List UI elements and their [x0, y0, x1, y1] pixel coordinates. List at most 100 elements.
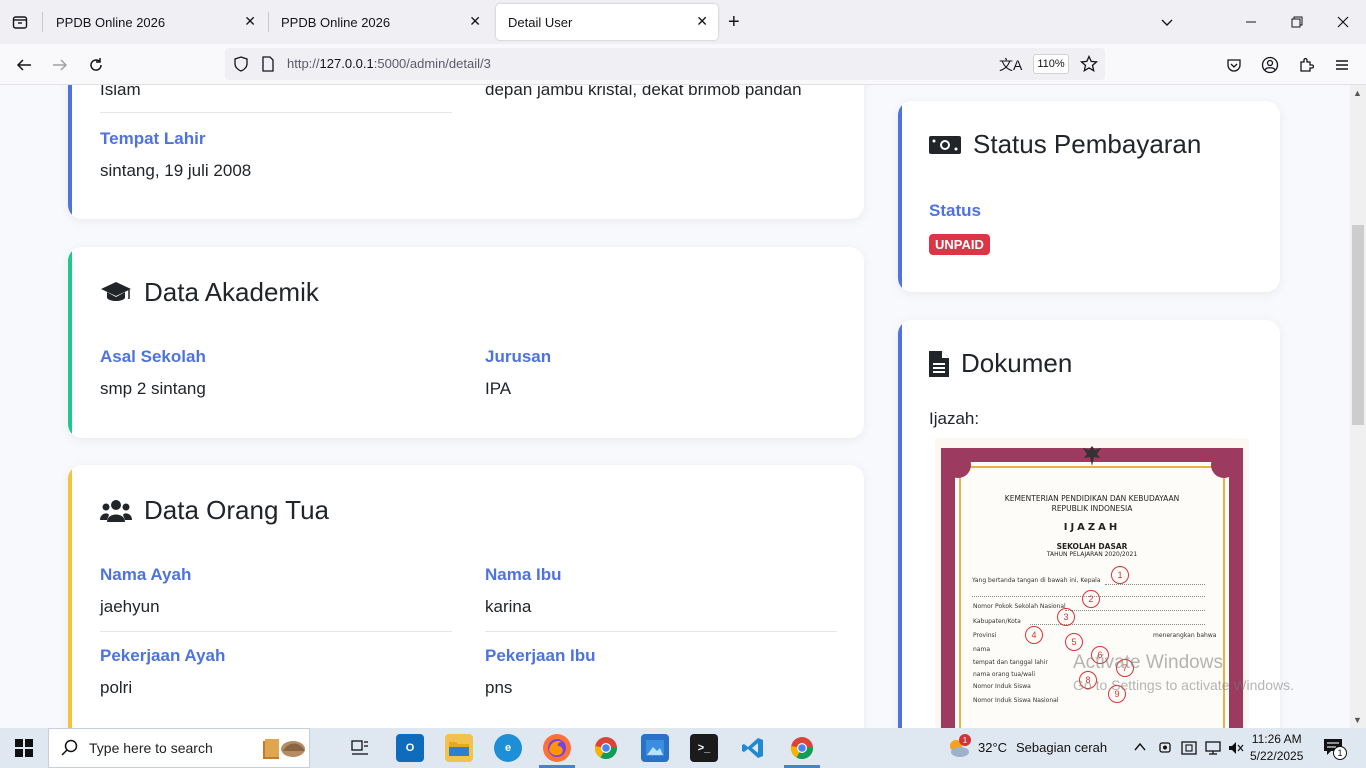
back-button[interactable]	[11, 52, 37, 78]
pekerjaan-ibu-label: Pekerjaan Ibu	[485, 646, 596, 665]
cert-dotted-line	[1065, 610, 1205, 611]
ijazah-label: Ijazah:	[929, 409, 980, 428]
dokumen-title-text: Dokumen	[961, 348, 1073, 378]
screen-capture-icon[interactable]	[1181, 740, 1197, 761]
close-icon[interactable]: ✕	[696, 13, 708, 30]
cert-number-marker: 3	[1057, 608, 1075, 626]
cert-row: Nomor Induk Siswa Nasional	[973, 697, 1059, 704]
weather-temp[interactable]: 32°C	[978, 740, 1007, 755]
extensions-icon[interactable]	[1293, 52, 1319, 78]
url-host: 127.0.0.1	[319, 56, 374, 71]
cert-row: nama orang tua/wali	[973, 671, 1036, 678]
tab-title: Detail User	[508, 14, 573, 30]
vscode-icon[interactable]	[739, 734, 767, 762]
divider	[100, 631, 452, 632]
new-tab-button[interactable]: +	[728, 10, 740, 34]
network-icon[interactable]	[1205, 740, 1221, 761]
taskbar-clock[interactable]: 11:26 AM 5/22/2025	[1250, 731, 1303, 765]
terminal-icon[interactable]: >_	[690, 734, 718, 762]
card-title-status: Status Pembayaran	[929, 129, 1201, 160]
scroll-up-arrow-icon[interactable]: ▲	[1353, 88, 1362, 98]
restore-button[interactable]	[1274, 0, 1320, 44]
close-icon[interactable]: ✕	[469, 13, 481, 30]
url-text[interactable]: http://127.0.0.1:5000/admin/detail/3	[287, 56, 491, 71]
photos-icon[interactable]	[641, 734, 669, 762]
file-icon	[929, 350, 949, 377]
translate-icon[interactable]: 文A	[999, 55, 1022, 75]
cert-school: SEKOLAH DASAR	[1056, 542, 1128, 551]
browser-nav-bar: http://127.0.0.1:5000/admin/detail/3 文A …	[0, 44, 1366, 85]
browser-tab-1[interactable]: PPDB Online 2026 ✕	[44, 4, 266, 40]
activate-windows-subtitle: Go to Settings to activate Windows.	[1073, 677, 1294, 693]
chrome-icon-2[interactable]	[788, 734, 816, 762]
windows-start-icon[interactable]	[0, 728, 48, 768]
cert-row: Yang bertanda tangan di bawah ini, Kepal…	[972, 577, 1101, 584]
weather-icon[interactable]: 1	[945, 734, 971, 760]
nama-ayah-label: Nama Ayah	[100, 565, 192, 584]
search-icon	[61, 739, 79, 760]
weather-description[interactable]: Sebagian cerah	[1016, 740, 1107, 755]
bookmark-star-icon[interactable]	[1079, 54, 1099, 78]
weather-alert-badge: 1	[959, 734, 971, 746]
scroll-down-arrow-icon[interactable]: ▼	[1353, 715, 1362, 725]
reload-button[interactable]	[83, 52, 109, 78]
scrollbar-thumb[interactable]	[1352, 225, 1364, 425]
shield-icon[interactable]	[233, 56, 249, 77]
certificate-ornament	[945, 452, 971, 478]
cert-row: nama	[973, 646, 991, 653]
clock-time: 11:26 AM	[1251, 732, 1302, 746]
tab-list-icon[interactable]	[8, 10, 32, 34]
account-icon[interactable]	[1257, 52, 1283, 78]
browser-tab-2[interactable]: PPDB Online 2026 ✕	[269, 4, 491, 40]
browser-tab-3-active[interactable]: Detail User ✕	[496, 4, 718, 40]
cert-row: Nomor Induk Siswa	[973, 683, 1031, 690]
pekerjaan-ibu-value: pns	[485, 678, 513, 697]
activate-windows-title: Activate Windows	[1073, 652, 1223, 673]
notification-center-icon[interactable]: 1	[1323, 738, 1347, 763]
tray-chevron-up-icon[interactable]	[1133, 740, 1147, 759]
page-scrollbar[interactable]: ▲ ▼	[1350, 85, 1366, 728]
card-title-dokumen: Dokumen	[929, 348, 1072, 379]
file-explorer-icon[interactable]	[445, 734, 473, 762]
cert-dotted-line	[1030, 624, 1205, 625]
nama-ayah-value: jaehyun	[100, 597, 160, 616]
meet-now-icon[interactable]	[1158, 740, 1172, 761]
outlook-icon[interactable]: O	[396, 734, 424, 762]
close-window-button[interactable]	[1320, 0, 1366, 44]
url-prefix: http://	[287, 56, 320, 71]
zoom-level-badge[interactable]: 110%	[1033, 54, 1069, 74]
pocket-icon[interactable]	[1221, 52, 1247, 78]
tab-title: PPDB Online 2026	[56, 14, 166, 30]
edge-icon[interactable]: e	[494, 734, 522, 762]
orang-tua-title-text: Data Orang Tua	[144, 495, 329, 525]
tab-separator	[42, 12, 43, 32]
status-badge: UNPAID	[929, 234, 990, 255]
cert-line-2: REPUBLIK INDONESIA	[1051, 504, 1133, 513]
status-title-text: Status Pembayaran	[973, 129, 1202, 159]
agama-value: Islam	[100, 85, 141, 99]
menu-icon[interactable]	[1329, 52, 1355, 78]
task-view-icon[interactable]	[346, 734, 374, 762]
akademik-title-text: Data Akademik	[144, 277, 319, 307]
chrome-icon[interactable]	[592, 734, 620, 762]
page-icon[interactable]	[261, 56, 275, 77]
jurusan-label: Jurusan	[485, 347, 552, 366]
status-label: Status	[929, 201, 981, 220]
cert-row: tempat dan tanggal lahir	[973, 659, 1048, 666]
cert-row: Provinsi	[973, 632, 997, 639]
forward-button[interactable]	[47, 52, 73, 78]
address-bar[interactable]: http://127.0.0.1:5000/admin/detail/3 文A …	[225, 48, 1105, 80]
minimize-button[interactable]	[1228, 0, 1274, 44]
tab-overflow-chevron-icon[interactable]	[1144, 0, 1190, 44]
cert-number-marker: 5	[1065, 633, 1083, 651]
taskbar-search-box[interactable]: Type here to search	[48, 728, 310, 768]
volume-muted-icon[interactable]	[1228, 740, 1244, 761]
search-highlight-icon[interactable]	[261, 733, 307, 763]
nama-ibu-value: karina	[485, 597, 532, 616]
firefox-icon[interactable]	[543, 734, 571, 762]
close-icon[interactable]: ✕	[244, 13, 256, 30]
browser-tab-bar: PPDB Online 2026 ✕ PPDB Online 2026 ✕ De…	[0, 0, 1366, 44]
graduation-cap-icon	[101, 281, 131, 301]
jurusan-value: IPA	[485, 379, 512, 398]
card-data-orang-tua: Data Orang Tua Nama Ayah jaehyun Nama Ib…	[68, 465, 864, 728]
